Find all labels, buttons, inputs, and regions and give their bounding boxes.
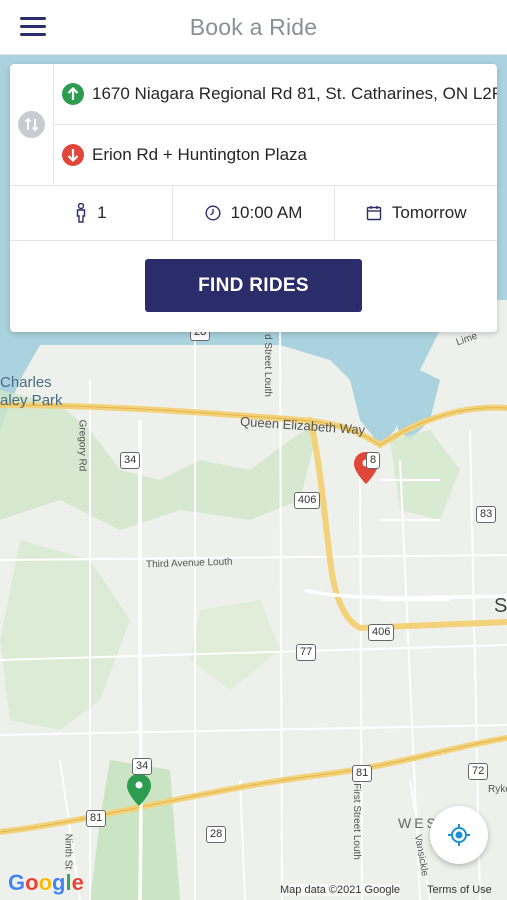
- swap-direction-button[interactable]: [18, 111, 45, 138]
- arrow-up-icon: [62, 83, 84, 105]
- map-attribution: Map data ©2021 Google: [280, 884, 401, 896]
- ride-time: 10:00 AM: [230, 203, 303, 222]
- route-shield: 72: [468, 763, 489, 780]
- route-shield: 28: [206, 826, 227, 843]
- route-shield: 8: [366, 452, 381, 469]
- pickup-address-text: 1670 Niagara Regional Rd 81, St. Cathari…: [92, 84, 497, 103]
- route-shield: 83: [476, 506, 497, 523]
- route-shield: 81: [86, 810, 107, 827]
- app-header: Book a Ride: [0, 0, 507, 55]
- route-shield: 406: [294, 492, 321, 509]
- time-selector[interactable]: 10:00 AM: [171, 186, 335, 240]
- person-icon: [75, 203, 87, 223]
- passenger-count-selector[interactable]: 1: [10, 186, 172, 240]
- arrow-down-icon: [62, 144, 84, 166]
- pickup-address-field[interactable]: 1670 Niagara Regional Rd 81, St. Cathari…: [54, 64, 497, 125]
- map-label-s: S: [494, 595, 507, 617]
- map-label-park: aley Park: [0, 392, 63, 409]
- crosshair-icon: [448, 824, 470, 846]
- swap-column: [10, 64, 54, 185]
- date-selector[interactable]: Tomorrow: [334, 186, 497, 240]
- dropoff-address-field[interactable]: Erion Rd + Huntington Plaza: [54, 125, 497, 185]
- swap-arrows-icon: [24, 117, 39, 132]
- map-label-ryke: Ryke: [488, 784, 507, 795]
- ride-date: Tomorrow: [391, 203, 467, 222]
- google-logo: Google: [8, 870, 84, 895]
- my-location-button[interactable]: [430, 806, 488, 864]
- terms-of-use-link[interactable]: Terms of Use: [427, 884, 492, 896]
- map-label-ninth-st: Ninth St: [62, 833, 74, 870]
- route-shield: 81: [352, 765, 373, 782]
- map-label-first-st: First Street Louth: [350, 783, 362, 860]
- hamburger-menu-icon[interactable]: [20, 17, 46, 37]
- route-shield: 406: [368, 624, 395, 641]
- dropoff-address-text: Erion Rd + Huntington Plaza: [92, 145, 307, 164]
- map-label-gregory: Gregory Rd: [76, 419, 88, 472]
- route-shield: 34: [132, 758, 153, 775]
- find-rides-button[interactable]: FIND RIDES: [145, 259, 362, 312]
- map-label-charles: Charles: [0, 374, 52, 391]
- route-shield: 34: [120, 452, 141, 469]
- route-shield: 77: [296, 644, 317, 661]
- map-label-second-st: d Street Louth: [261, 334, 273, 397]
- calendar-icon: [366, 205, 382, 221]
- passenger-count: 1: [97, 203, 107, 222]
- ride-options-row: 1 10:00 AM Tomorrow: [10, 185, 497, 241]
- page-title: Book a Ride: [189, 13, 318, 40]
- clock-icon: [205, 205, 221, 221]
- booking-card: 1670 Niagara Regional Rd 81, St. Cathari…: [10, 64, 497, 332]
